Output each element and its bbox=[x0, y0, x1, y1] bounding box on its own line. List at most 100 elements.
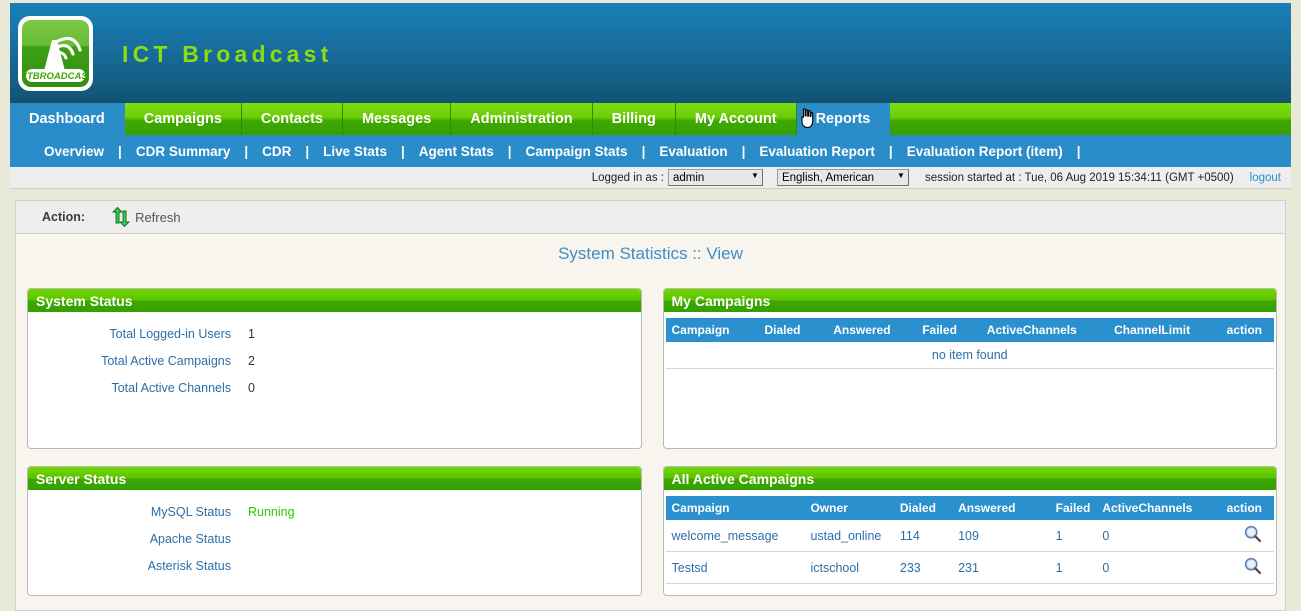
table-body: no item found bbox=[665, 342, 1274, 369]
app-root: ICTBROADCAST ICT Broadcast Dashboard Cam… bbox=[0, 0, 1301, 611]
subnav-item-agent-stats[interactable]: Agent Stats bbox=[405, 144, 508, 159]
table-body: welcome_message ustad_online 114 109 1 0 bbox=[665, 520, 1274, 584]
panel-server-status: Server Status MySQL Status Running Apach… bbox=[27, 466, 642, 596]
status-row: Total Logged-in Users 1 bbox=[28, 320, 641, 347]
nav-tab-dashboard[interactable]: Dashboard bbox=[10, 103, 125, 135]
cell-owner: ustad_online bbox=[804, 520, 894, 552]
subnav-item-evaluation[interactable]: Evaluation bbox=[645, 144, 741, 159]
magnifier-icon[interactable] bbox=[1244, 525, 1262, 546]
subnav-item-evaluation-report-item[interactable]: Evaluation Report (item) bbox=[893, 144, 1077, 159]
th-dialed[interactable]: Dialed bbox=[893, 496, 953, 520]
nav-tab-contacts[interactable]: Contacts bbox=[242, 103, 343, 135]
subnav-item-campaign-stats[interactable]: Campaign Stats bbox=[512, 144, 642, 159]
page-header: ICTBROADCAST ICT Broadcast bbox=[10, 3, 1291, 103]
th-answered[interactable]: Answered bbox=[827, 318, 917, 342]
my-campaigns-table: Campaign Dialed Answered Failed ActiveCh… bbox=[665, 318, 1274, 369]
svg-text:ICTBROADCAST: ICTBROADCAST bbox=[22, 71, 89, 82]
panel-my-campaigns-title: My Campaigns bbox=[663, 289, 1276, 312]
status-row: Total Active Campaigns 2 bbox=[28, 347, 641, 374]
page-title: System Statistics :: View bbox=[558, 244, 743, 263]
th-campaign[interactable]: Campaign bbox=[665, 496, 805, 520]
all-active-campaigns-table-wrap: Campaign Owner Dialed Answered Failed Ac… bbox=[663, 490, 1276, 584]
status-value: 2 bbox=[248, 353, 255, 368]
th-owner[interactable]: Owner bbox=[804, 496, 894, 520]
table-row-empty: no item found bbox=[665, 342, 1274, 369]
server-status-list: MySQL Status Running Apache Status Aster… bbox=[28, 490, 641, 579]
cell-campaign: welcome_message bbox=[665, 520, 805, 552]
th-campaign[interactable]: Campaign bbox=[665, 318, 759, 342]
subnav-item-live-stats[interactable]: Live Stats bbox=[309, 144, 401, 159]
th-dialed[interactable]: Dialed bbox=[758, 318, 828, 342]
owner-link[interactable]: ictschool bbox=[810, 561, 859, 575]
subnav-separator: | bbox=[1076, 143, 1081, 159]
table-row: welcome_message ustad_online 114 109 1 0 bbox=[665, 520, 1274, 552]
cell-dialed: 114 bbox=[893, 520, 953, 552]
campaign-link[interactable]: welcome_message bbox=[672, 529, 779, 543]
owner-link[interactable]: ustad_online bbox=[810, 529, 881, 543]
system-status-list: Total Logged-in Users 1 Total Active Cam… bbox=[28, 312, 641, 401]
magnifier-icon[interactable] bbox=[1244, 557, 1262, 578]
cell-failed: 1 bbox=[1049, 520, 1097, 552]
logo[interactable]: ICTBROADCAST bbox=[18, 16, 93, 91]
status-label: Total Active Campaigns bbox=[101, 353, 231, 368]
status-value: 0 bbox=[248, 380, 255, 395]
th-failed[interactable]: Failed bbox=[1049, 496, 1097, 520]
nav-tab-administration[interactable]: Administration bbox=[451, 103, 593, 135]
subnav-item-cdr-summary[interactable]: CDR Summary bbox=[122, 144, 245, 159]
brand-title: ICT Broadcast bbox=[122, 41, 333, 67]
th-action[interactable]: action bbox=[1220, 318, 1274, 342]
refresh-button[interactable]: Refresh bbox=[111, 207, 181, 227]
nav-tab-messages[interactable]: Messages bbox=[343, 103, 452, 135]
subnav-item-overview[interactable]: Overview bbox=[30, 144, 118, 159]
cell-action bbox=[1220, 520, 1274, 552]
cell-dialed: 233 bbox=[893, 551, 953, 584]
cell-owner: ictschool bbox=[804, 551, 894, 584]
nav-tab-my-account[interactable]: My Account bbox=[676, 103, 797, 135]
session-started-text: session started at : Tue, 06 Aug 2019 15… bbox=[924, 171, 1234, 184]
panel-all-active-campaigns: All Active Campaigns Campaign Owner Dial… bbox=[662, 466, 1277, 596]
nav-tab-reports[interactable]: Reports bbox=[796, 103, 891, 135]
main-navigation: Dashboard Campaigns Contacts Messages Ad… bbox=[10, 103, 1291, 135]
th-active-channels[interactable]: ActiveChannels bbox=[1096, 496, 1221, 520]
nav-tab-billing[interactable]: Billing bbox=[593, 103, 676, 135]
cell-action bbox=[1220, 551, 1274, 584]
panel-system-status-title: System Status bbox=[28, 289, 641, 312]
panel-my-campaigns: My Campaigns Campaign Dialed Answered Fa… bbox=[662, 288, 1277, 449]
user-select-wrapper: admin bbox=[667, 169, 763, 186]
th-action[interactable]: action bbox=[1220, 496, 1274, 520]
user-select[interactable]: admin bbox=[667, 169, 763, 186]
subnav-item-cdr[interactable]: CDR bbox=[248, 144, 305, 159]
language-select[interactable]: English, American bbox=[776, 169, 909, 186]
cell-active-channels: 0 bbox=[1096, 520, 1221, 552]
cell-failed: 1 bbox=[1049, 551, 1097, 584]
table-row: Testsd ictschool 233 231 1 0 bbox=[665, 551, 1274, 584]
panel-grid: System Status Total Logged-in Users 1 To… bbox=[16, 288, 1285, 610]
status-label: Apache Status bbox=[149, 531, 231, 546]
th-answered[interactable]: Answered bbox=[952, 496, 1050, 520]
table-head: Campaign Owner Dialed Answered Failed Ac… bbox=[665, 496, 1274, 520]
nav-tab-campaigns[interactable]: Campaigns bbox=[125, 103, 242, 135]
th-active-channels[interactable]: ActiveChannels bbox=[980, 318, 1109, 342]
logged-in-label: Logged in as : bbox=[591, 171, 664, 184]
logout-link[interactable]: logout bbox=[1250, 172, 1281, 184]
subnav-item-evaluation-report[interactable]: Evaluation Report bbox=[745, 144, 889, 159]
table-header-row: Campaign Owner Dialed Answered Failed Ac… bbox=[665, 496, 1274, 520]
th-failed[interactable]: Failed bbox=[916, 318, 981, 342]
cell-active-channels: 0 bbox=[1096, 551, 1221, 584]
status-row: Total Active Channels 0 bbox=[28, 374, 641, 401]
content-area: System Statistics :: View System Status … bbox=[15, 234, 1286, 611]
refresh-label: Refresh bbox=[135, 209, 181, 225]
status-row: MySQL Status Running bbox=[28, 498, 641, 525]
table-head: Campaign Dialed Answered Failed ActiveCh… bbox=[665, 318, 1274, 342]
left-column: System Status Total Logged-in Users 1 To… bbox=[16, 288, 652, 610]
table-header-row: Campaign Dialed Answered Failed ActiveCh… bbox=[665, 318, 1274, 342]
status-row: Asterisk Status bbox=[28, 552, 641, 579]
refresh-icon bbox=[111, 207, 131, 227]
broadcast-tower-icon: ICTBROADCAST bbox=[22, 36, 89, 82]
th-channel-limit[interactable]: ChannelLimit bbox=[1108, 318, 1221, 342]
all-active-campaigns-table: Campaign Owner Dialed Answered Failed Ac… bbox=[665, 496, 1274, 584]
status-label: Asterisk Status bbox=[147, 558, 231, 573]
campaign-link[interactable]: Testsd bbox=[672, 561, 708, 575]
my-campaigns-table-wrap: Campaign Dialed Answered Failed ActiveCh… bbox=[663, 312, 1276, 369]
cell-answered: 109 bbox=[952, 520, 1050, 552]
